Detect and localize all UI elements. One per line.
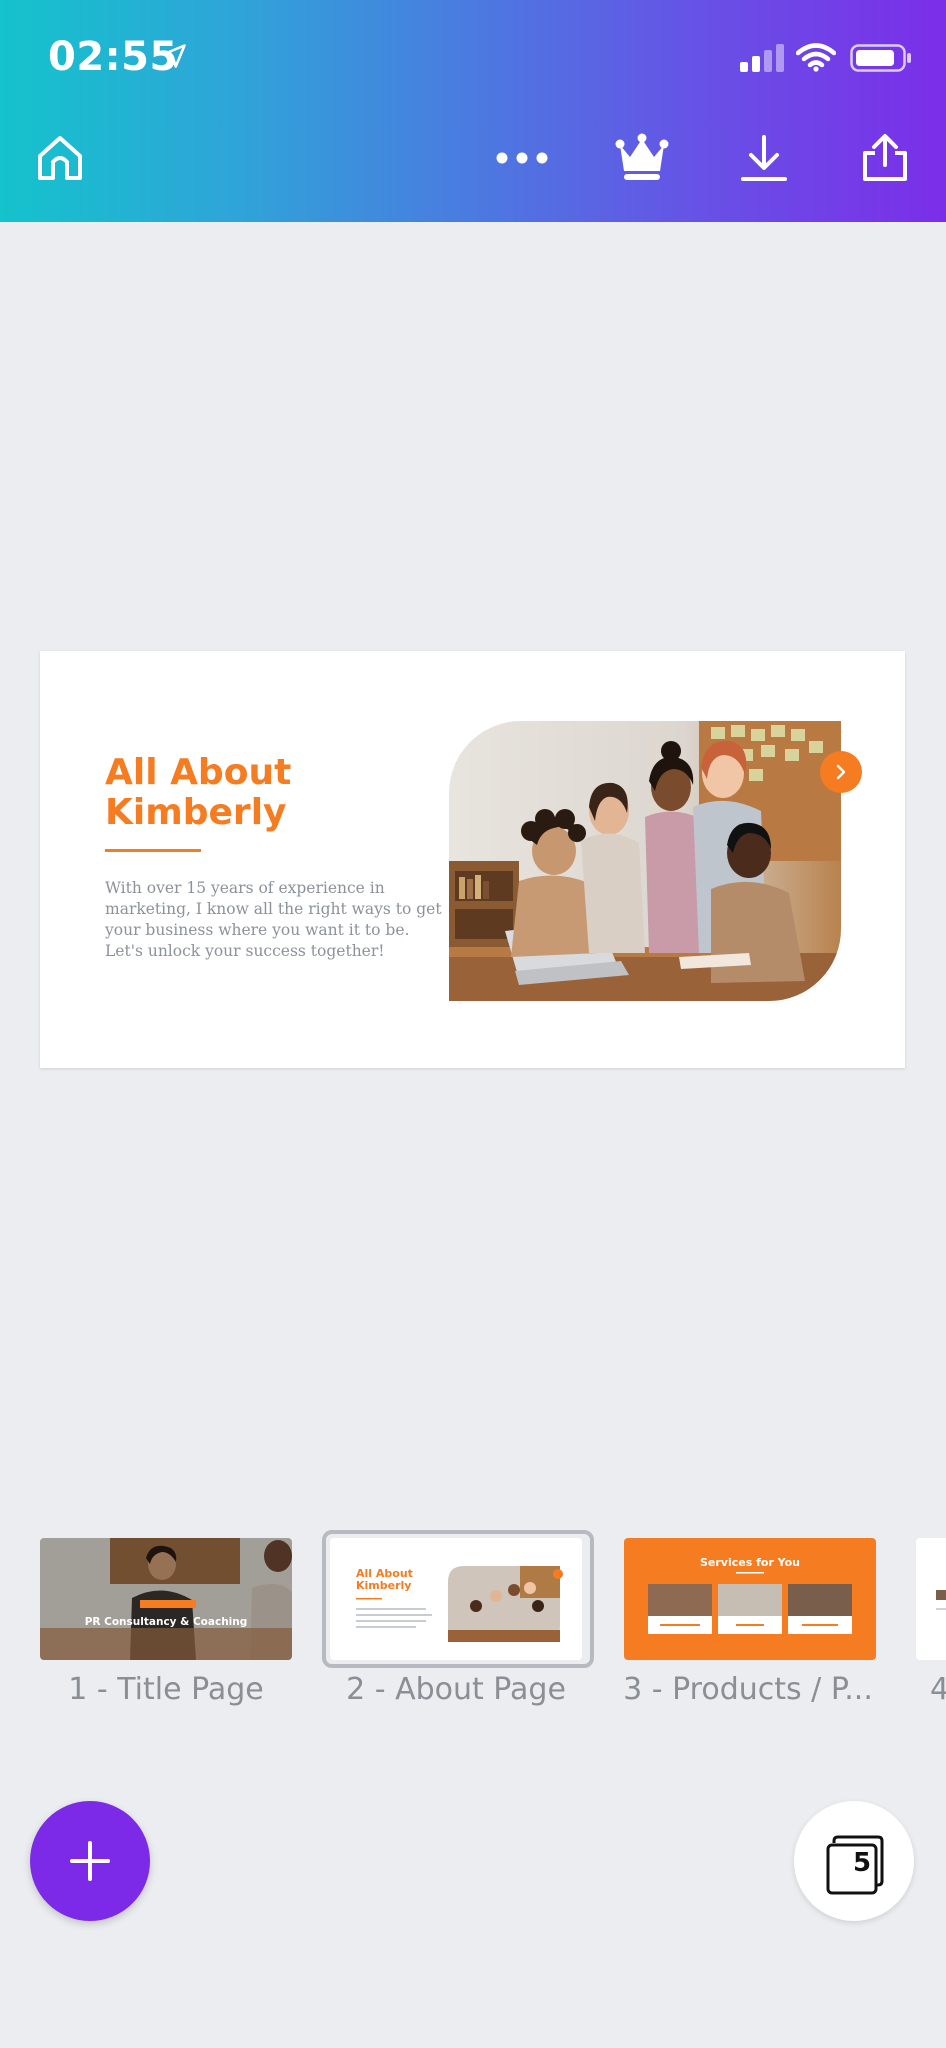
page-label-3: 3 - Products / P... [623, 1672, 873, 1707]
slide-body-text[interactable]: With over 15 years of experience in mark… [105, 878, 442, 962]
design-canvas-slide[interactable]: All About Kimberly With over 15 years of… [40, 651, 905, 1068]
premium-button[interactable] [614, 130, 670, 186]
slide-title-line-2: Kimberly [105, 792, 287, 833]
about-page-preview [356, 1566, 563, 1642]
slide-title-line-1: All About [105, 752, 292, 793]
crown-icon [615, 133, 669, 180]
home-icon [38, 136, 82, 180]
status-time: 02:55 [48, 34, 178, 80]
next-slide-arrow-button[interactable] [820, 751, 862, 793]
page-thumbnail-strip[interactable]: PR Consultancy & Coaching 1 - Title Page… [0, 1530, 946, 1730]
page-label-4: 4 [930, 1672, 946, 1707]
top-header: 02:55 [0, 0, 946, 222]
more-icon [496, 152, 548, 164]
title-underline [105, 849, 201, 852]
download-icon [741, 135, 787, 181]
team-photo[interactable] [449, 721, 841, 1001]
pages-overview-button[interactable]: 5 [794, 1801, 914, 1921]
body-line: With over 15 years of experience in [105, 879, 385, 897]
wifi-icon [796, 43, 836, 72]
page-thumbnail-3[interactable]: Services for You [624, 1538, 876, 1660]
page-label-2: 2 - About Page [346, 1672, 566, 1707]
slide-title[interactable]: All About Kimberly [105, 753, 445, 833]
body-line: your business where you want it to be. [105, 921, 410, 939]
title-page-preview [40, 1538, 292, 1660]
title-tag [140, 1600, 196, 1608]
team-photo-illustration [449, 721, 841, 1001]
body-line: marketing, I know all the right ways to … [105, 900, 442, 918]
title-page-preview-text: PR Consultancy & Coaching [84, 1616, 248, 1628]
page-4-preview [916, 1538, 946, 1660]
share-icon [863, 134, 907, 181]
services-page-preview [648, 1572, 852, 1634]
location-arrow-icon [162, 44, 186, 68]
chevron-right-icon [836, 764, 846, 780]
page-count-badge: 5 [852, 1848, 872, 1878]
add-page-button[interactable] [30, 1801, 150, 1921]
more-options-button[interactable] [494, 130, 550, 186]
page-thumbnail-1[interactable]: PR Consultancy & Coaching [40, 1538, 292, 1660]
battery-icon [850, 44, 911, 72]
body-line: Let's unlock your success together! [105, 942, 385, 960]
page-thumbnail-4[interactable] [916, 1538, 946, 1660]
page-label-1: 1 - Title Page [68, 1672, 264, 1707]
plus-icon [70, 1841, 110, 1881]
page-thumbnail-2[interactable]: All About Kimberly [330, 1538, 582, 1660]
share-button[interactable] [857, 130, 913, 186]
home-button[interactable] [32, 130, 88, 186]
download-button[interactable] [736, 130, 792, 186]
cellular-signal-icon [740, 44, 784, 72]
